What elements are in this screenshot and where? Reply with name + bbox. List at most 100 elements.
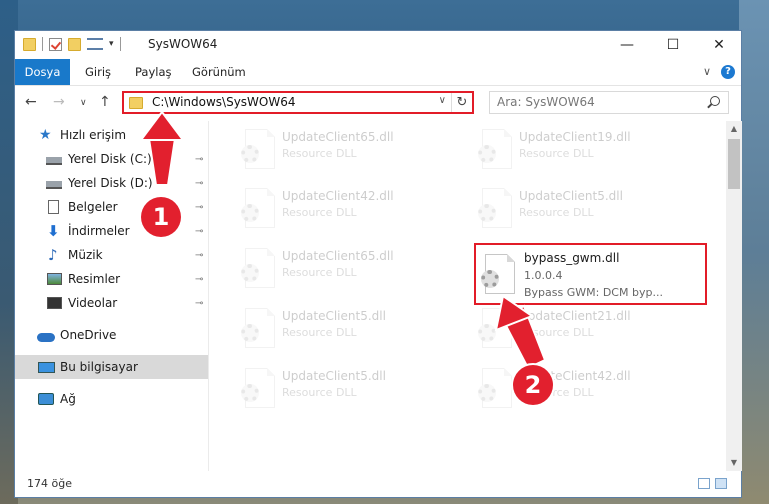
file-name: UpdateClient5.dll (282, 309, 386, 323)
sidebar-item-local-disk-c[interactable]: Yerel Disk (C:) ⊸ (15, 147, 208, 171)
file-explorer-window: ▾ SysWOW64 — ☐ ✕ Dosya Giriş Paylaş Görü… (14, 30, 742, 498)
sidebar-item-label: Resimler (68, 272, 121, 286)
sidebar-item-label: Yerel Disk (C:) (68, 152, 152, 166)
scroll-down-icon[interactable]: ▼ (726, 455, 742, 471)
sidebar-item-label: Ağ (60, 392, 76, 406)
address-path[interactable]: C:\Windows\SysWOW64 (152, 95, 296, 109)
file-name: UpdateClient21.dll (519, 309, 631, 323)
pin-icon[interactable]: ⊸ (195, 274, 203, 285)
scrollbar-thumb[interactable] (728, 139, 740, 189)
search-input[interactable]: Ara: SysWOW64 (497, 95, 595, 109)
file-item[interactable]: UpdateClient5.dll Resource DLL (472, 184, 708, 232)
refresh-button[interactable]: ↻ (451, 93, 472, 112)
sidebar-item-label: Videolar (68, 296, 118, 310)
sidebar-item-local-disk-d[interactable]: Yerel Disk (D:) ⊸ (15, 171, 208, 195)
sidebar-item-pictures[interactable]: Resimler ⊸ (15, 267, 208, 291)
sidebar-item-label: Yerel Disk (D:) (68, 176, 153, 190)
tab-file[interactable]: Dosya (15, 59, 70, 85)
file-item[interactable]: UpdateClient42.dll Resource DLL (472, 364, 708, 412)
minimize-button[interactable]: — (604, 31, 650, 59)
details-view-icon[interactable] (698, 478, 710, 489)
search-box[interactable]: Ara: SysWOW64 (489, 91, 729, 114)
file-version: 1.0.0.4 (524, 269, 563, 282)
file-name: UpdateClient42.dll (282, 189, 394, 203)
dll-file-icon (241, 248, 275, 288)
vertical-scrollbar[interactable]: ▲ ▼ (726, 121, 742, 471)
dll-file-icon (241, 368, 275, 408)
tab-view[interactable]: Görünüm (192, 59, 246, 85)
window-title: SysWOW64 (148, 37, 218, 51)
sidebar-item-network[interactable]: Ağ (15, 387, 208, 411)
file-name: UpdateClient65.dll (282, 130, 394, 144)
toolbar-separator (119, 37, 121, 51)
file-description: Resource DLL (282, 266, 357, 279)
maximize-button[interactable]: ☐ (650, 31, 696, 59)
sidebar-item-label: OneDrive (60, 328, 117, 342)
pin-icon[interactable]: ⊸ (195, 178, 203, 189)
sidebar-item-music[interactable]: ♪ Müzik ⊸ (15, 243, 208, 267)
file-item[interactable]: UpdateClient42.dll Resource DLL (235, 184, 471, 232)
step-1-callout: 1 (141, 197, 181, 237)
address-bar[interactable]: C:\Windows\SysWOW64 ∨ ↻ (122, 91, 474, 114)
pin-icon[interactable]: ⊸ (195, 154, 203, 165)
pictures-icon (47, 273, 62, 285)
file-description: Resource DLL (282, 386, 357, 399)
pin-icon[interactable]: ⊸ (195, 226, 203, 237)
file-description: Resource DLL (282, 326, 357, 339)
file-name: UpdateClient65.dll (282, 249, 394, 263)
file-description: Resource DLL (519, 326, 594, 339)
file-item[interactable]: UpdateClient5.dll Resource DLL (235, 304, 471, 352)
file-item[interactable]: UpdateClient21.dll Resource DLL (472, 304, 708, 352)
pin-icon[interactable]: ⊸ (195, 202, 203, 213)
up-button[interactable]: ↑ (99, 94, 111, 110)
recent-locations-button[interactable]: ∨ (80, 98, 87, 108)
navigation-pane: ★ Hızlı erişim Yerel Disk (C:) ⊸ Yerel D… (15, 121, 209, 471)
file-description: Resource DLL (282, 147, 357, 160)
address-dropdown-icon[interactable]: ∨ (439, 95, 446, 106)
sidebar-item-videos[interactable]: Videolar ⊸ (15, 291, 208, 315)
scroll-up-icon[interactable]: ▲ (726, 121, 742, 137)
music-icon: ♪ (48, 246, 58, 264)
highlighted-file-item[interactable]: bypass_gwm.dll 1.0.0.4 Bypass GWM: DCM b… (474, 243, 707, 305)
search-icon[interactable] (710, 96, 720, 106)
file-item[interactable]: UpdateClient65.dll Resource DLL (235, 244, 471, 292)
file-description: Resource DLL (519, 206, 594, 219)
dll-file-icon (481, 254, 515, 294)
forward-button[interactable]: → (53, 94, 65, 110)
tab-home[interactable]: Giriş (85, 59, 111, 85)
file-item[interactable]: UpdateClient65.dll Resource DLL (235, 125, 471, 173)
new-folder-icon[interactable] (68, 37, 81, 51)
dll-file-icon (241, 308, 275, 348)
file-description: Resource DLL (282, 206, 357, 219)
computer-icon (38, 361, 55, 373)
customize-toolbar-icon[interactable]: ▾ (109, 39, 114, 49)
close-button[interactable]: ✕ (696, 31, 742, 59)
checkbox-icon[interactable] (49, 37, 62, 51)
quick-access-toolbar: ▾ (23, 37, 121, 51)
drive-icon (46, 181, 62, 189)
dll-file-icon (478, 368, 512, 408)
back-button[interactable]: ← (25, 94, 37, 110)
pin-icon[interactable]: ⊸ (195, 250, 203, 261)
dll-file-icon (241, 188, 275, 228)
pin-icon[interactable]: ⊸ (195, 298, 203, 309)
sidebar-item-this-pc[interactable]: Bu bilgisayar (15, 355, 208, 379)
expand-ribbon-icon[interactable]: ∨ (703, 65, 711, 78)
large-icons-view-icon[interactable] (715, 478, 727, 489)
tab-share[interactable]: Paylaş (135, 59, 172, 85)
file-item[interactable]: UpdateClient19.dll Resource DLL (472, 125, 708, 173)
item-count: 174 öğe (27, 477, 72, 490)
properties-icon[interactable] (87, 38, 103, 50)
sidebar-item-quick-access[interactable]: ★ Hızlı erişim (15, 123, 208, 147)
document-icon (48, 200, 59, 214)
star-icon: ★ (39, 127, 52, 143)
ribbon-tabs: Dosya Giriş Paylaş Görünüm ∨ ? (15, 59, 741, 86)
file-item[interactable]: UpdateClient5.dll Resource DLL (235, 364, 471, 412)
toolbar-separator (42, 37, 43, 51)
file-name: UpdateClient19.dll (519, 130, 631, 144)
help-icon[interactable]: ? (721, 65, 735, 79)
sidebar-item-onedrive[interactable]: OneDrive (15, 323, 208, 347)
sidebar-item-label: Müzik (68, 248, 103, 262)
file-name: UpdateClient5.dll (282, 369, 386, 383)
dll-file-icon (478, 129, 512, 169)
